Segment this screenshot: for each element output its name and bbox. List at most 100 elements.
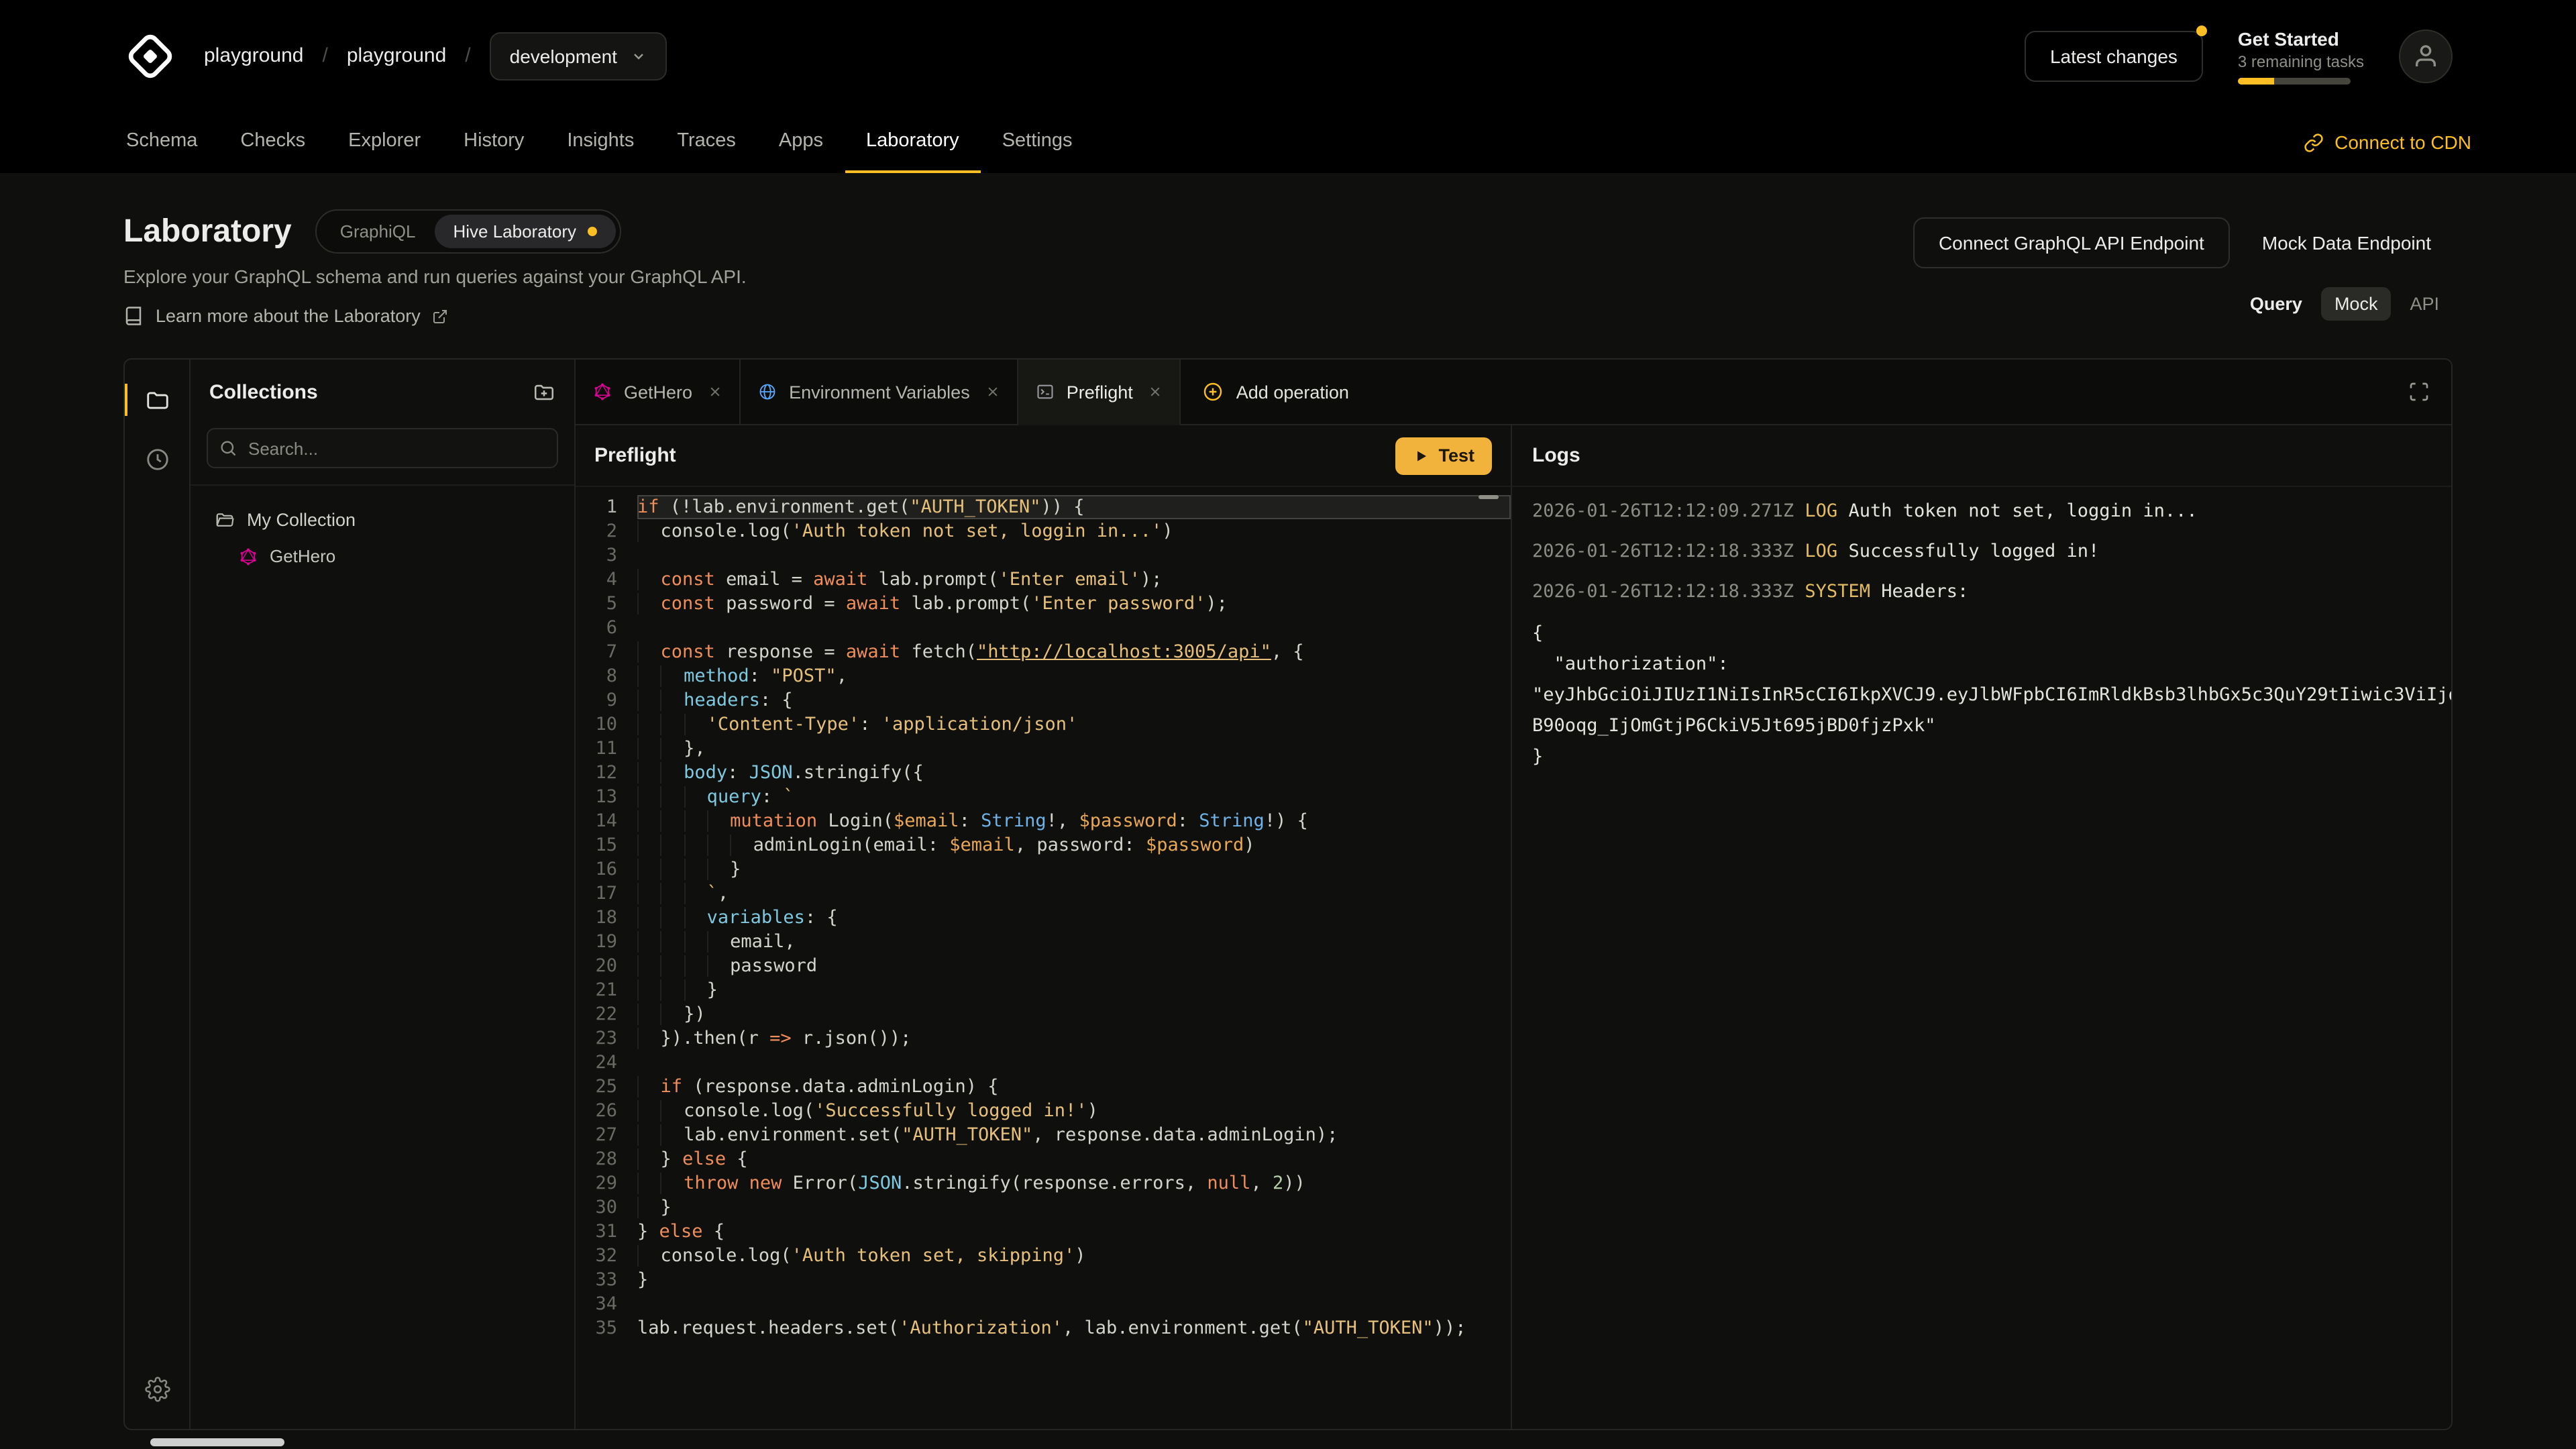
code-line[interactable]: 27 lab.environment.set("AUTH_TOKEN", res… <box>576 1123 1511 1147</box>
code-line[interactable]: 33} <box>576 1268 1511 1292</box>
mode-option-hive-laboratory[interactable]: Hive Laboratory <box>434 215 615 248</box>
code-line[interactable]: 25 if (response.data.adminLogin) { <box>576 1075 1511 1099</box>
code-line[interactable]: 32 console.log('Auth token set, skipping… <box>576 1244 1511 1268</box>
nav-tab-laboratory[interactable]: Laboratory <box>845 111 981 173</box>
get-started-widget[interactable]: Get Started 3 remaining tasks <box>2238 28 2364 84</box>
line-number: 21 <box>576 978 637 1002</box>
line-content: variables: { <box>637 906 1511 930</box>
hive-logo[interactable] <box>123 29 177 83</box>
line-content: `, <box>637 881 1511 906</box>
code-line[interactable]: 15 adminLogin(email: $email, password: $… <box>576 833 1511 857</box>
code-line[interactable]: 34 <box>576 1292 1511 1316</box>
breadcrumb: playground / playground / development <box>204 32 667 80</box>
code-line[interactable]: 9 headers: { <box>576 688 1511 712</box>
test-button-label: Test <box>1438 445 1474 466</box>
rail-history-button[interactable] <box>125 436 189 482</box>
tab-gethero[interactable]: GetHero <box>576 360 741 425</box>
breadcrumb-org[interactable]: playground <box>204 44 303 67</box>
collapse-panel-handle[interactable] <box>1479 495 1499 499</box>
code-line[interactable]: 11 }, <box>576 737 1511 761</box>
code-line[interactable]: 30 } <box>576 1195 1511 1220</box>
code-line[interactable]: 3 <box>576 543 1511 568</box>
code-line[interactable]: 10 'Content-Type': 'application/json' <box>576 712 1511 737</box>
nav-tab-settings[interactable]: Settings <box>981 111 1094 173</box>
collections-icon <box>144 387 170 413</box>
code-line[interactable]: 12 body: JSON.stringify({ <box>576 761 1511 785</box>
collection-operation-label: GetHero <box>270 546 335 566</box>
line-content: console.log('Successfully logged in!') <box>637 1099 1511 1123</box>
close-icon[interactable] <box>708 385 722 398</box>
nav-tab-traces[interactable]: Traces <box>655 111 757 173</box>
endpoint-option-mock[interactable]: Mock <box>2321 287 2392 321</box>
code-line[interactable]: 4 const email = await lab.prompt('Enter … <box>576 568 1511 592</box>
line-content: headers: { <box>637 688 1511 712</box>
nav-tab-checks[interactable]: Checks <box>219 111 327 173</box>
code-line[interactable]: 21 } <box>576 978 1511 1002</box>
code-line[interactable]: 23 }).then(r => r.json()); <box>576 1026 1511 1051</box>
mode-option-graphiql[interactable]: GraphiQL <box>321 215 435 248</box>
code-line[interactable]: 7 const response = await fetch("http://l… <box>576 640 1511 664</box>
line-number: 18 <box>576 906 637 930</box>
nav-tab-insights[interactable]: Insights <box>545 111 655 173</box>
line-content: } <box>637 857 1511 881</box>
avatar[interactable] <box>2399 29 2453 83</box>
tab-preflight[interactable]: Preflight <box>1018 360 1181 425</box>
connect-to-cdn-link[interactable]: Connect to CDN <box>2304 111 2471 173</box>
line-content: }) <box>637 1002 1511 1026</box>
code-line[interactable]: 31} else { <box>576 1220 1511 1244</box>
target-selector-value: development <box>510 45 617 66</box>
collection-folder[interactable]: My Collection <box>204 502 561 538</box>
code-line[interactable]: 17 `, <box>576 881 1511 906</box>
code-line[interactable]: 8 method: "POST", <box>576 664 1511 688</box>
target-selector[interactable]: development <box>490 32 667 80</box>
collections-search-input[interactable] <box>207 428 558 468</box>
code-line[interactable]: 28 } else { <box>576 1147 1511 1171</box>
code-line[interactable]: 16 } <box>576 857 1511 881</box>
collection-folder-label: My Collection <box>247 510 356 530</box>
collection-operation-gethero[interactable]: GetHero <box>228 538 561 574</box>
code-editor[interactable]: 1if (!lab.environment.get("AUTH_TOKEN"))… <box>576 495 1511 1340</box>
code-line[interactable]: 2 console.log('Auth token not set, loggi… <box>576 519 1511 543</box>
latest-changes-button[interactable]: Latest changes <box>2025 30 2203 81</box>
line-content: lab.environment.set("AUTH_TOKEN", respon… <box>637 1123 1511 1147</box>
code-line[interactable]: 20 password <box>576 954 1511 978</box>
code-line[interactable]: 6 <box>576 616 1511 640</box>
connect-graphql-endpoint-button[interactable]: Connect GraphQL API Endpoint <box>1913 217 2230 268</box>
logs-body: 2026-01-26T12:12:09.271Z LOG Auth token … <box>1512 487 2451 1429</box>
rail-collections-button[interactable] <box>125 377 189 423</box>
code-line[interactable]: 22 }) <box>576 1002 1511 1026</box>
endpoint-option-api[interactable]: API <box>2396 287 2453 321</box>
tab-environment-variables[interactable]: Environment Variables <box>741 360 1018 425</box>
close-icon[interactable] <box>986 385 1000 398</box>
code-line[interactable]: 29 throw new Error(JSON.stringify(respon… <box>576 1171 1511 1195</box>
code-line[interactable]: 1if (!lab.environment.get("AUTH_TOKEN"))… <box>576 495 1511 519</box>
line-number: 5 <box>576 592 637 616</box>
code-line[interactable]: 13 query: ` <box>576 785 1511 809</box>
learn-more-link[interactable]: Learn more about the Laboratory <box>123 306 747 326</box>
line-number: 27 <box>576 1123 637 1147</box>
code-line[interactable]: 18 variables: { <box>576 906 1511 930</box>
notification-dot <box>2196 25 2207 36</box>
code-line[interactable]: 35lab.request.headers.set('Authorization… <box>576 1316 1511 1340</box>
rail-settings-button[interactable] <box>125 1366 189 1411</box>
code-line[interactable]: 14 mutation Login($email: String!, $pass… <box>576 809 1511 833</box>
add-operation-button[interactable]: Add operation <box>1181 360 1371 425</box>
new-collection-button[interactable] <box>533 381 555 404</box>
code-line[interactable]: 5 const password = await lab.prompt('Ent… <box>576 592 1511 616</box>
horizontal-scrollbar-thumb[interactable] <box>150 1438 284 1446</box>
breadcrumb-project[interactable]: playground <box>347 44 446 67</box>
line-number: 12 <box>576 761 637 785</box>
log-entry: 2026-01-26T12:12:09.271Z LOG Auth token … <box>1532 498 2431 525</box>
nav-tab-apps[interactable]: Apps <box>757 111 845 173</box>
mock-data-endpoint-button[interactable]: Mock Data Endpoint <box>2241 217 2453 268</box>
test-button[interactable]: Test <box>1395 437 1492 474</box>
code-line[interactable]: 24 <box>576 1051 1511 1075</box>
close-icon[interactable] <box>1149 385 1163 398</box>
nav-tab-explorer[interactable]: Explorer <box>327 111 442 173</box>
line-number: 3 <box>576 543 637 568</box>
nav-tab-history[interactable]: History <box>442 111 545 173</box>
code-line[interactable]: 19 email, <box>576 930 1511 954</box>
nav-tab-schema[interactable]: Schema <box>105 111 219 173</box>
code-line[interactable]: 26 console.log('Successfully logged in!'… <box>576 1099 1511 1123</box>
fullscreen-button[interactable] <box>2387 360 2451 425</box>
